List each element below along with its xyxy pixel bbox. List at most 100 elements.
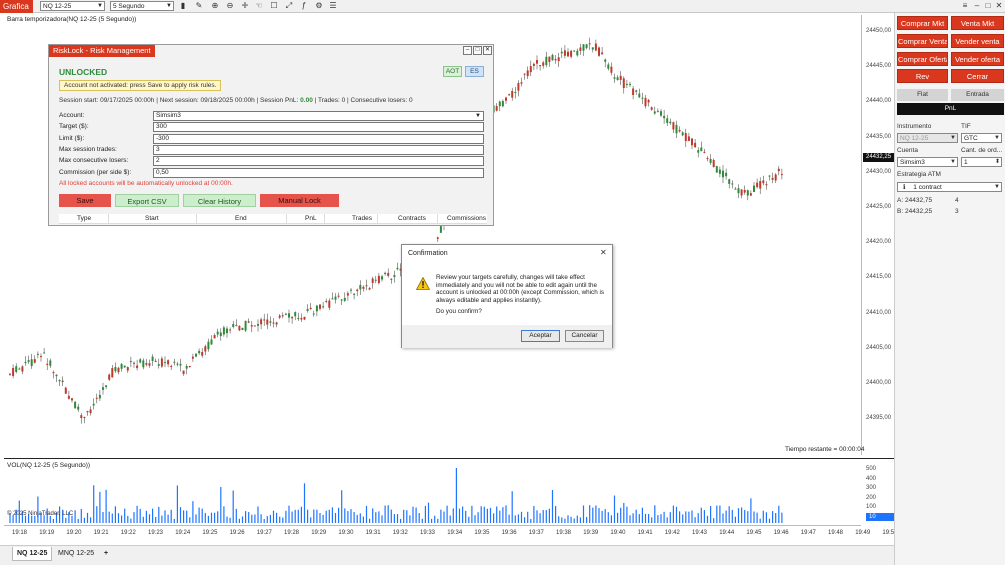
candle-body: [505, 97, 507, 101]
tif-select[interactable]: GTC ▼: [961, 133, 1002, 143]
volume-bar: [505, 505, 507, 523]
candle-body: [71, 398, 73, 401]
candle-body: [123, 365, 126, 368]
column-header-trades[interactable]: Trades: [352, 215, 372, 222]
target-input[interactable]: 300: [153, 122, 484, 132]
volume-bar: [400, 518, 402, 523]
buy-bid-button[interactable]: Comprar Oferta: [897, 52, 948, 66]
volume-tick-label: 300: [866, 485, 877, 491]
candle-body: [381, 276, 383, 280]
buy-market-button[interactable]: Comprar Mkt: [897, 16, 948, 30]
indicators-icon[interactable]: ƒ: [299, 1, 309, 11]
instrument-selector[interactable]: NQ 12-25 ▼: [40, 1, 105, 11]
minimize-icon[interactable]: –: [463, 46, 472, 55]
chart-toolbar: Grafica NQ 12-25 ▼ 5 Segundo ▼ ▮ ✎ ⊕ ⊖ ✛…: [0, 0, 1005, 13]
language-toggle[interactable]: ES: [465, 66, 484, 77]
volume-bar: [601, 510, 603, 523]
chart-window-tab[interactable]: Grafica: [0, 0, 33, 13]
buy-ask-button[interactable]: Comprar Venta: [897, 34, 948, 48]
zoom-out-icon[interactable]: ⊖: [225, 1, 235, 11]
volume-bar: [567, 515, 569, 523]
clear-history-button[interactable]: Clear History: [183, 194, 256, 207]
stepper-arrows-icon[interactable]: ⬍: [995, 158, 1000, 167]
chart-trader-icon[interactable]: ☰: [328, 1, 338, 11]
close-position-button[interactable]: Cerrar: [951, 69, 1004, 83]
candle-body: [30, 359, 33, 367]
atm-strategy-select[interactable]: ℹ 1 contract ▼: [897, 182, 1002, 192]
sell-ask-button[interactable]: Vender venta: [951, 34, 1004, 48]
volume-bar: [598, 508, 600, 523]
tab-nq[interactable]: NQ 12-25: [12, 547, 53, 561]
panel-separator[interactable]: [4, 458, 894, 459]
column-header-start[interactable]: Start: [145, 215, 159, 222]
column-header-commissions[interactable]: Commissions: [447, 215, 486, 222]
volume-bar: [731, 509, 733, 523]
manual-lock-button[interactable]: Manual Lock: [260, 194, 339, 207]
minimize-icon[interactable]: –: [972, 1, 982, 11]
column-header-type[interactable]: Type: [77, 215, 91, 222]
hand-pointer-icon[interactable]: ☜: [254, 1, 264, 11]
volume-bar: [657, 515, 659, 523]
time-axis[interactable]: 19:18 19:19 19:20 19:21 19:22 19:23 19:24 19:25…: [4, 525, 897, 545]
price-axis[interactable]: [861, 15, 862, 455]
volume-bar: [192, 501, 194, 523]
risklock-titlebar[interactable]: RiskLock - Risk Management – □ ✕: [49, 45, 493, 57]
volume-bar: [728, 506, 730, 523]
volume-bar: [238, 518, 240, 523]
always-on-top-toggle[interactable]: AOT: [443, 66, 462, 77]
column-header-end[interactable]: End: [235, 215, 247, 222]
sell-bid-button[interactable]: Vender oferta: [951, 52, 1004, 66]
candle-body: [681, 132, 684, 136]
volume-bar: [555, 506, 557, 523]
account-select[interactable]: Simsim3 ▼: [897, 157, 958, 167]
quantity-stepper[interactable]: 1 ⬍: [961, 157, 1002, 167]
maximize-icon[interactable]: □: [473, 46, 482, 55]
save-button[interactable]: Save: [59, 194, 111, 207]
candle-body: [567, 51, 569, 57]
maximize-icon[interactable]: □: [983, 1, 993, 11]
close-icon[interactable]: ✕: [600, 248, 607, 257]
interval-selector-value: 5 Segundo: [113, 3, 145, 10]
close-icon[interactable]: ✕: [483, 46, 492, 55]
crosshair-icon[interactable]: ✛: [240, 1, 250, 11]
close-icon[interactable]: ✕: [994, 1, 1004, 11]
tab-mnq[interactable]: MNQ 12-25: [54, 547, 98, 561]
limit-input[interactable]: -300: [153, 134, 484, 144]
sell-market-button[interactable]: Venta Mkt: [951, 16, 1004, 30]
max-trades-input[interactable]: 3: [153, 145, 484, 155]
time-tick-label: 19:20: [66, 530, 82, 536]
volume-bar: [276, 512, 278, 523]
atm-strategy-value: 1 contract: [913, 184, 942, 191]
candle-body: [210, 339, 213, 345]
export-csv-button[interactable]: Export CSV: [115, 194, 179, 207]
candle-body: [40, 356, 42, 358]
price-tick-label: 24425,00: [866, 204, 892, 210]
volume-bar: [127, 515, 129, 523]
cancel-button[interactable]: Cancelar: [565, 330, 604, 342]
zoom-in-icon[interactable]: ⊕: [210, 1, 220, 11]
column-header-pnl[interactable]: PnL: [305, 215, 317, 222]
instrument-select[interactable]: NQ 12-25 ▼: [897, 133, 958, 143]
chevron-down-icon: ▼: [994, 135, 1000, 141]
window-menu-icon[interactable]: ≡: [960, 1, 970, 11]
commission-input[interactable]: 0,50: [153, 168, 484, 178]
strategies-icon[interactable]: ⚙: [314, 1, 324, 11]
data-box-icon[interactable]: ☐: [269, 1, 279, 11]
max-losers-input[interactable]: 2: [153, 156, 484, 166]
reverse-button[interactable]: Rev: [897, 69, 948, 83]
add-tab-button[interactable]: +: [100, 547, 112, 561]
account-label: Cuenta: [897, 147, 918, 154]
interval-selector[interactable]: 5 Segundo ▼: [110, 1, 174, 11]
volume-bar: [409, 515, 411, 523]
column-header-contracts[interactable]: Contracts: [398, 215, 426, 222]
candle-body: [114, 366, 117, 372]
pnl-display[interactable]: PnL: [897, 103, 1004, 115]
drawing-tools-icon[interactable]: ✎: [194, 1, 204, 11]
candle-body: [331, 298, 334, 300]
account-select[interactable]: Simsim3 ▼: [153, 111, 484, 121]
candle-body: [523, 73, 526, 75]
bar-type-icon[interactable]: ▮: [178, 1, 188, 11]
expand-icon[interactable]: ⤢: [284, 1, 294, 11]
volume-bar: [651, 517, 653, 523]
accept-button[interactable]: Aceptar: [521, 330, 560, 342]
